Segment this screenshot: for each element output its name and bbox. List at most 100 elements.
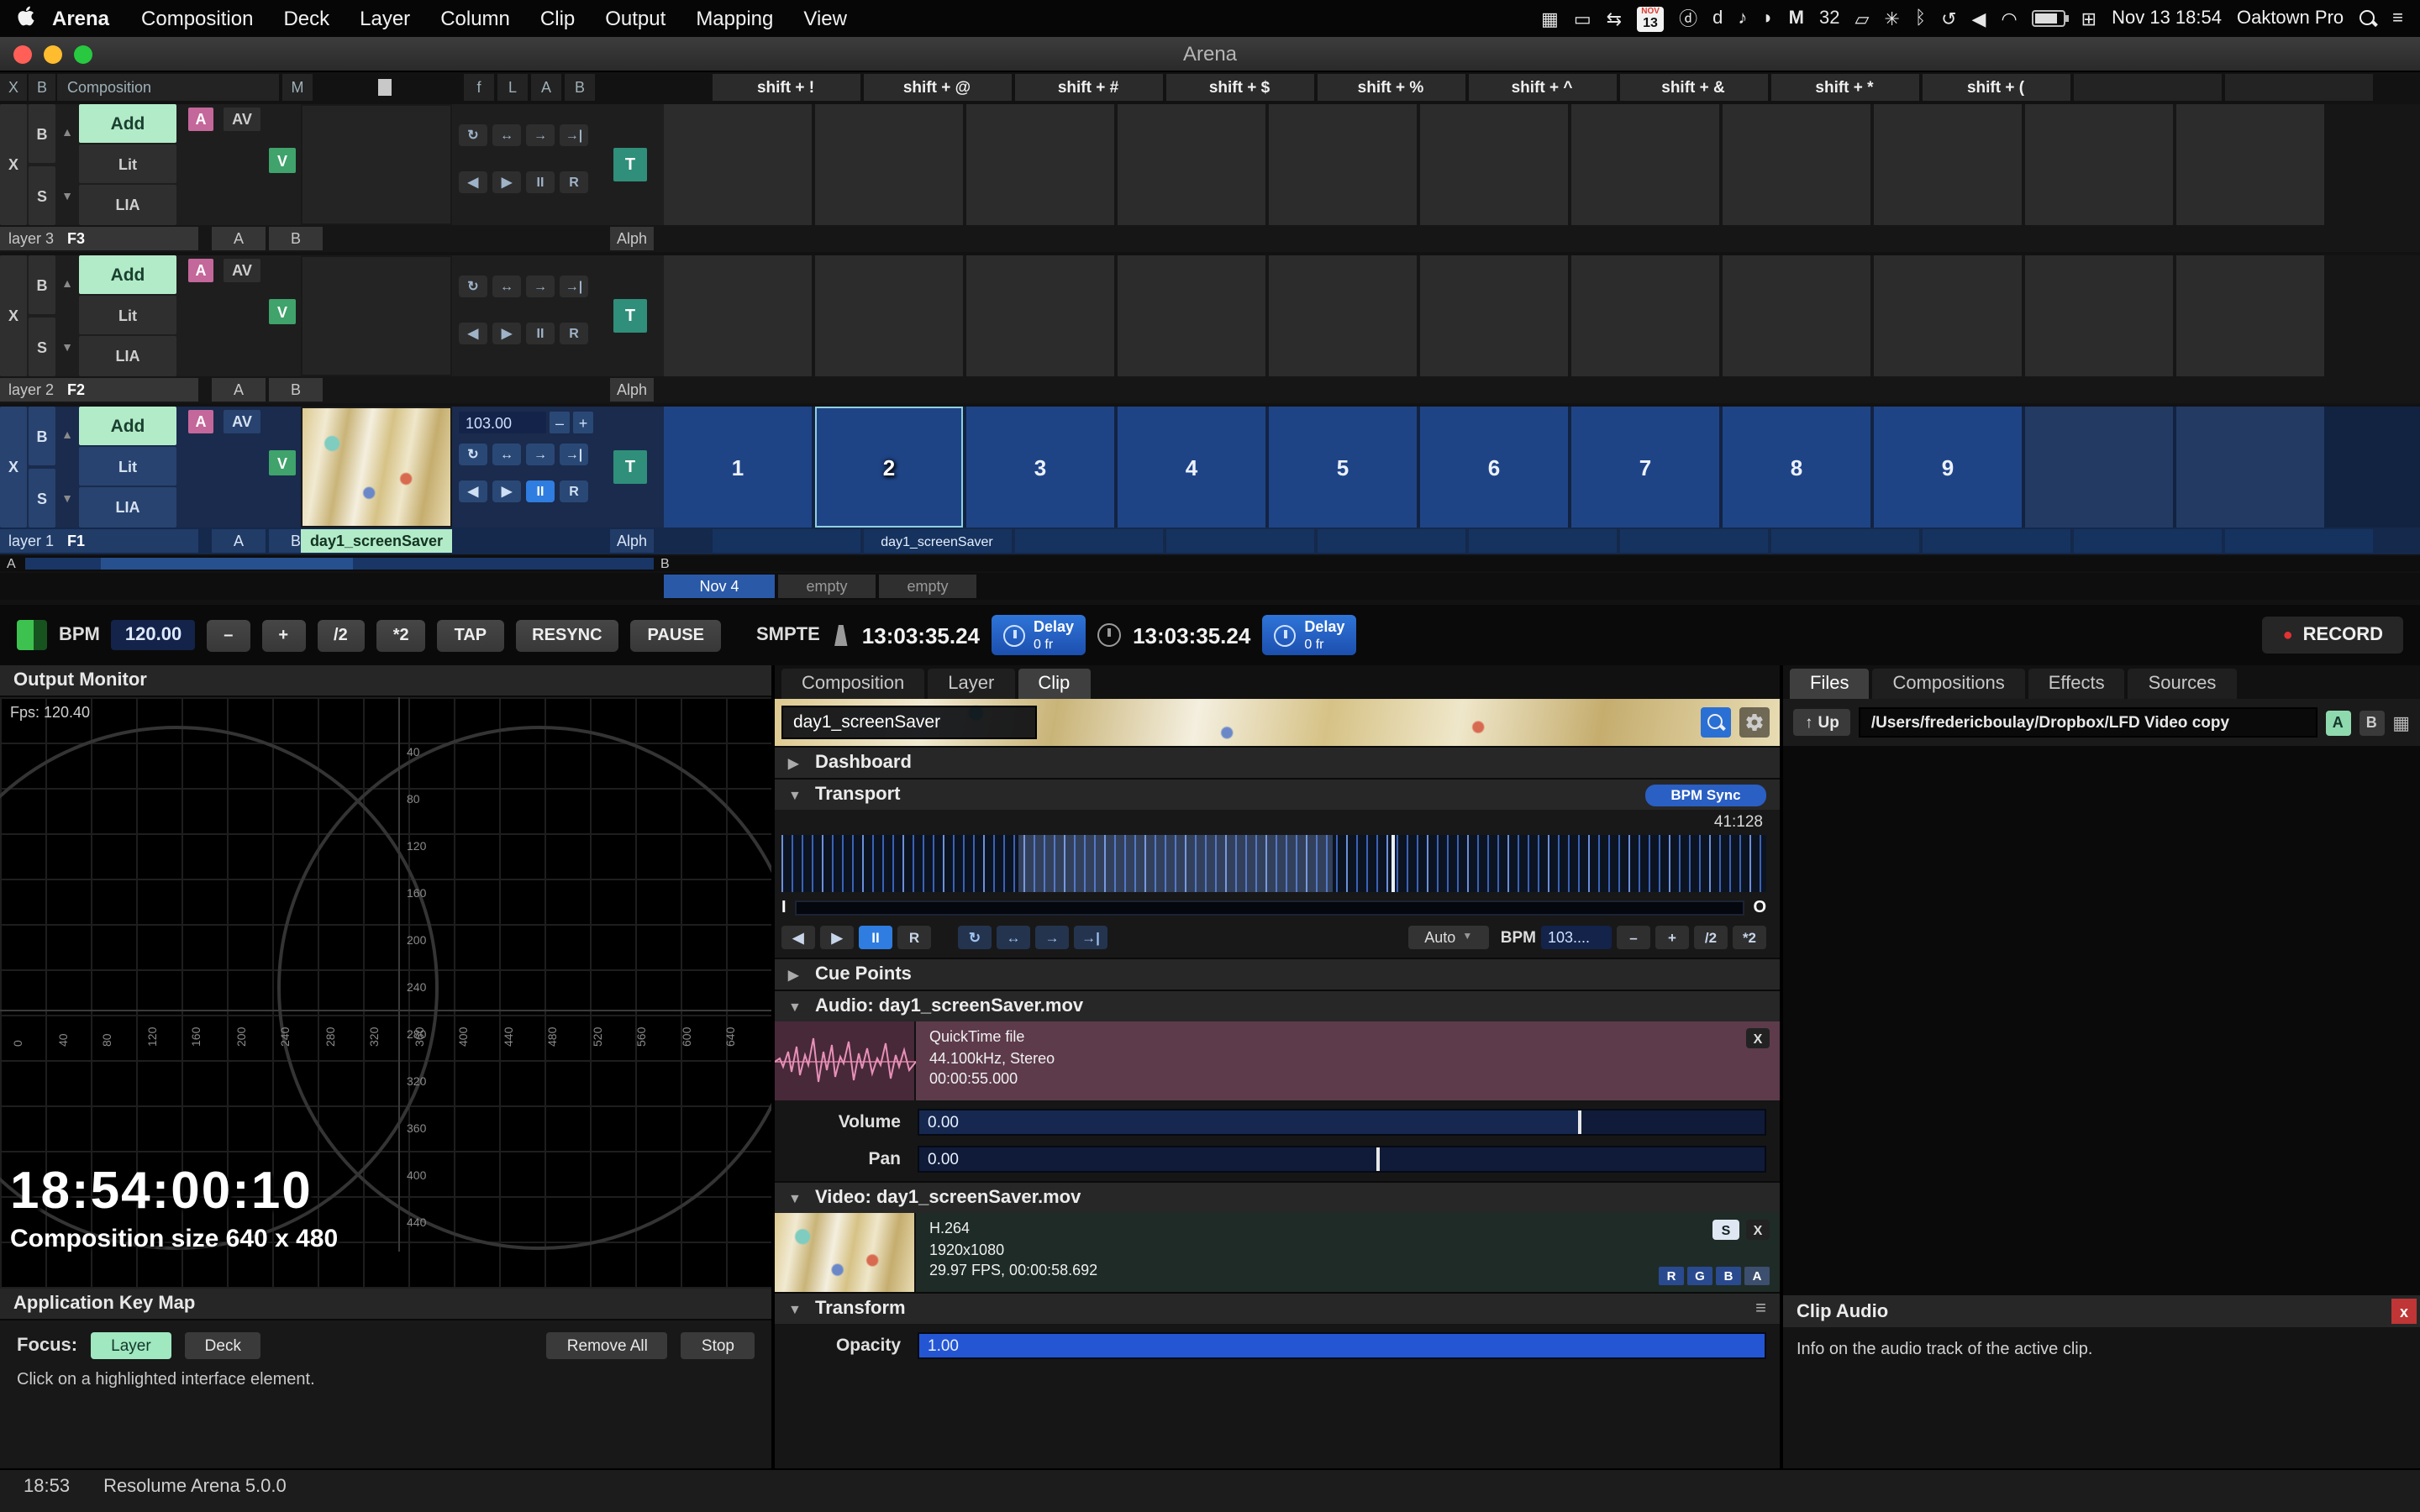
layer2-solo-button[interactable]: S (29, 318, 55, 376)
layer2-up-icon[interactable]: ▲ (59, 276, 76, 292)
loop-icon[interactable]: ↻ (459, 276, 487, 297)
section-audio[interactable]: ▼Audio: day1_screenSaver.mov (775, 990, 1780, 1021)
play-backward-button[interactable]: ◀ (781, 926, 815, 949)
stop-button[interactable]: Stop (681, 1332, 755, 1359)
clip-label[interactable] (2073, 529, 2221, 553)
crossfader-handle[interactable] (101, 558, 353, 570)
crossfader-track[interactable] (25, 558, 654, 570)
bpm-sync-button[interactable]: BPM Sync (1645, 784, 1766, 806)
section-cue-points[interactable]: ▶Cue Points (775, 958, 1780, 990)
delay-control-1[interactable]: Delay0 fr (992, 615, 1086, 655)
pingpong-icon[interactable]: ↔ (492, 276, 521, 297)
menu-clip[interactable]: Clip (525, 7, 590, 30)
clip-slot[interactable] (1269, 255, 1417, 376)
red-channel-button[interactable]: R (1659, 1267, 1684, 1285)
clip-slot[interactable] (815, 255, 963, 376)
column-3-shortcut[interactable]: shift + # (1014, 74, 1162, 101)
clip-bpm-double[interactable]: *2 (1733, 926, 1766, 949)
tab-compositions[interactable]: Compositions (1872, 669, 2024, 699)
pause-icon[interactable]: II (526, 323, 555, 344)
play-once-icon[interactable]: → (526, 276, 555, 297)
clip-slot-8[interactable]: 8 (1723, 407, 1870, 528)
clip-slot-4[interactable]: 4 (1118, 407, 1265, 528)
resync-icon[interactable]: R (560, 480, 588, 502)
pingpong-mode-button[interactable]: ↔ (997, 926, 1030, 949)
layer3-blend-add-button[interactable]: Add (79, 104, 176, 143)
loop-region[interactable] (1018, 835, 1333, 892)
clip-slot[interactable] (664, 104, 812, 225)
column-6-shortcut[interactable]: shift + ^ (1468, 74, 1616, 101)
clip-bpm-plus[interactable]: + (1655, 926, 1689, 949)
notification-icon[interactable]: ◗ (1762, 8, 1773, 29)
clip-slot[interactable] (966, 255, 1114, 376)
layer2-audio-button[interactable]: A (188, 259, 213, 282)
remove-audio-button[interactable]: X (1746, 1028, 1770, 1048)
layer1-blend-lia-button[interactable]: LIA (79, 487, 176, 528)
clip-label-active[interactable]: day1_screenSaver (863, 529, 1011, 553)
opacity-slider[interactable]: 1.00 (918, 1332, 1766, 1359)
layer3-clear-button[interactable]: X (0, 104, 27, 225)
clip-slot[interactable] (1118, 104, 1265, 225)
menu-composition[interactable]: Composition (126, 7, 268, 30)
clip-label[interactable] (712, 529, 860, 553)
deck-tab-empty-1[interactable]: empty (778, 575, 876, 598)
layer3-bypass-button[interactable]: B (29, 104, 55, 163)
tab-composition[interactable]: Composition (781, 669, 924, 699)
layer2-b-button[interactable]: B (269, 378, 323, 402)
hold-icon[interactable]: →| (560, 124, 588, 146)
deck-tab-nov4[interactable]: Nov 4 (664, 575, 775, 598)
play-forward-icon[interactable]: ▶ (492, 480, 521, 502)
bpm-minus-button[interactable]: – (207, 619, 250, 651)
layer1-name[interactable]: layer 1F1 (0, 529, 198, 553)
beats-icon[interactable]: ♪ (1738, 8, 1747, 29)
play-backward-icon[interactable]: ◀ (459, 171, 487, 193)
clip-slot[interactable] (1420, 255, 1568, 376)
clip-label[interactable] (1619, 529, 1767, 553)
pause-icon-active[interactable]: II (526, 480, 555, 502)
layer3-b-button[interactable]: B (269, 227, 323, 250)
file-list-area[interactable] (1783, 746, 2420, 1295)
drag-handle-icon[interactable]: ≡ (1755, 1299, 1766, 1319)
notification-center-icon[interactable]: ≡ (2392, 8, 2403, 29)
layer1-bpm-plus-button[interactable]: + (573, 412, 593, 433)
resync-button[interactable]: R (897, 926, 931, 949)
layer2-blend-lit-button[interactable]: Lit (79, 296, 176, 334)
layer2-bypass-button[interactable]: B (29, 255, 55, 314)
menu-layer[interactable]: Layer (345, 7, 425, 30)
layer1-bpm-minus-button[interactable]: – (550, 412, 570, 433)
zoom-window-button[interactable] (74, 45, 92, 63)
clip-bpm-value[interactable]: 103.... (1541, 926, 1612, 949)
clip-slot-3[interactable]: 3 (966, 407, 1114, 528)
composition-active-indicator[interactable] (17, 620, 47, 650)
cast-icon[interactable]: ▱ (1854, 8, 1869, 29)
bluetooth-icon[interactable]: ᛒ (1915, 8, 1926, 29)
clip-slot[interactable] (815, 104, 963, 225)
clip-label[interactable] (2224, 529, 2372, 553)
remove-video-button[interactable]: X (1746, 1220, 1770, 1240)
pingpong-icon[interactable]: ↔ (492, 444, 521, 465)
play-once-icon[interactable]: → (526, 444, 555, 465)
menu-view[interactable]: View (788, 7, 862, 30)
clip-slot[interactable] (1723, 255, 1870, 376)
output-monitor-view[interactable]: 4080120160200240280320360400440 04080120… (0, 697, 771, 1289)
in-point-label[interactable]: I (781, 899, 786, 917)
layer3-blend-lit-button[interactable]: Lit (79, 144, 176, 183)
hold-mode-button[interactable]: →| (1074, 926, 1107, 949)
menu-app-name[interactable]: Arena (35, 7, 126, 30)
expand-icon[interactable]: ▼ (788, 1190, 803, 1205)
play-backward-icon[interactable]: ◀ (459, 480, 487, 502)
layer3-blendmode[interactable]: Alph (610, 227, 654, 250)
layer1-audio-button[interactable]: A (188, 410, 213, 433)
clip-slot[interactable] (1874, 255, 2022, 376)
wifi-icon[interactable]: ◠ (2001, 8, 2017, 29)
clip-slot-6[interactable]: 6 (1420, 407, 1568, 528)
hold-icon[interactable]: →| (560, 444, 588, 465)
tab-clip[interactable]: Clip (1018, 669, 1090, 699)
layer3-down-icon[interactable]: ▼ (59, 188, 76, 205)
layer2-audiovideo-button[interactable]: AV (224, 259, 260, 282)
clip-label[interactable] (1922, 529, 2070, 553)
beat-timeline[interactable] (781, 835, 1766, 892)
column-2-shortcut[interactable]: shift + @ (863, 74, 1011, 101)
grid-icon[interactable]: ▦ (1541, 8, 1559, 29)
layer1-bpm-value[interactable]: 103.00 (459, 412, 546, 433)
